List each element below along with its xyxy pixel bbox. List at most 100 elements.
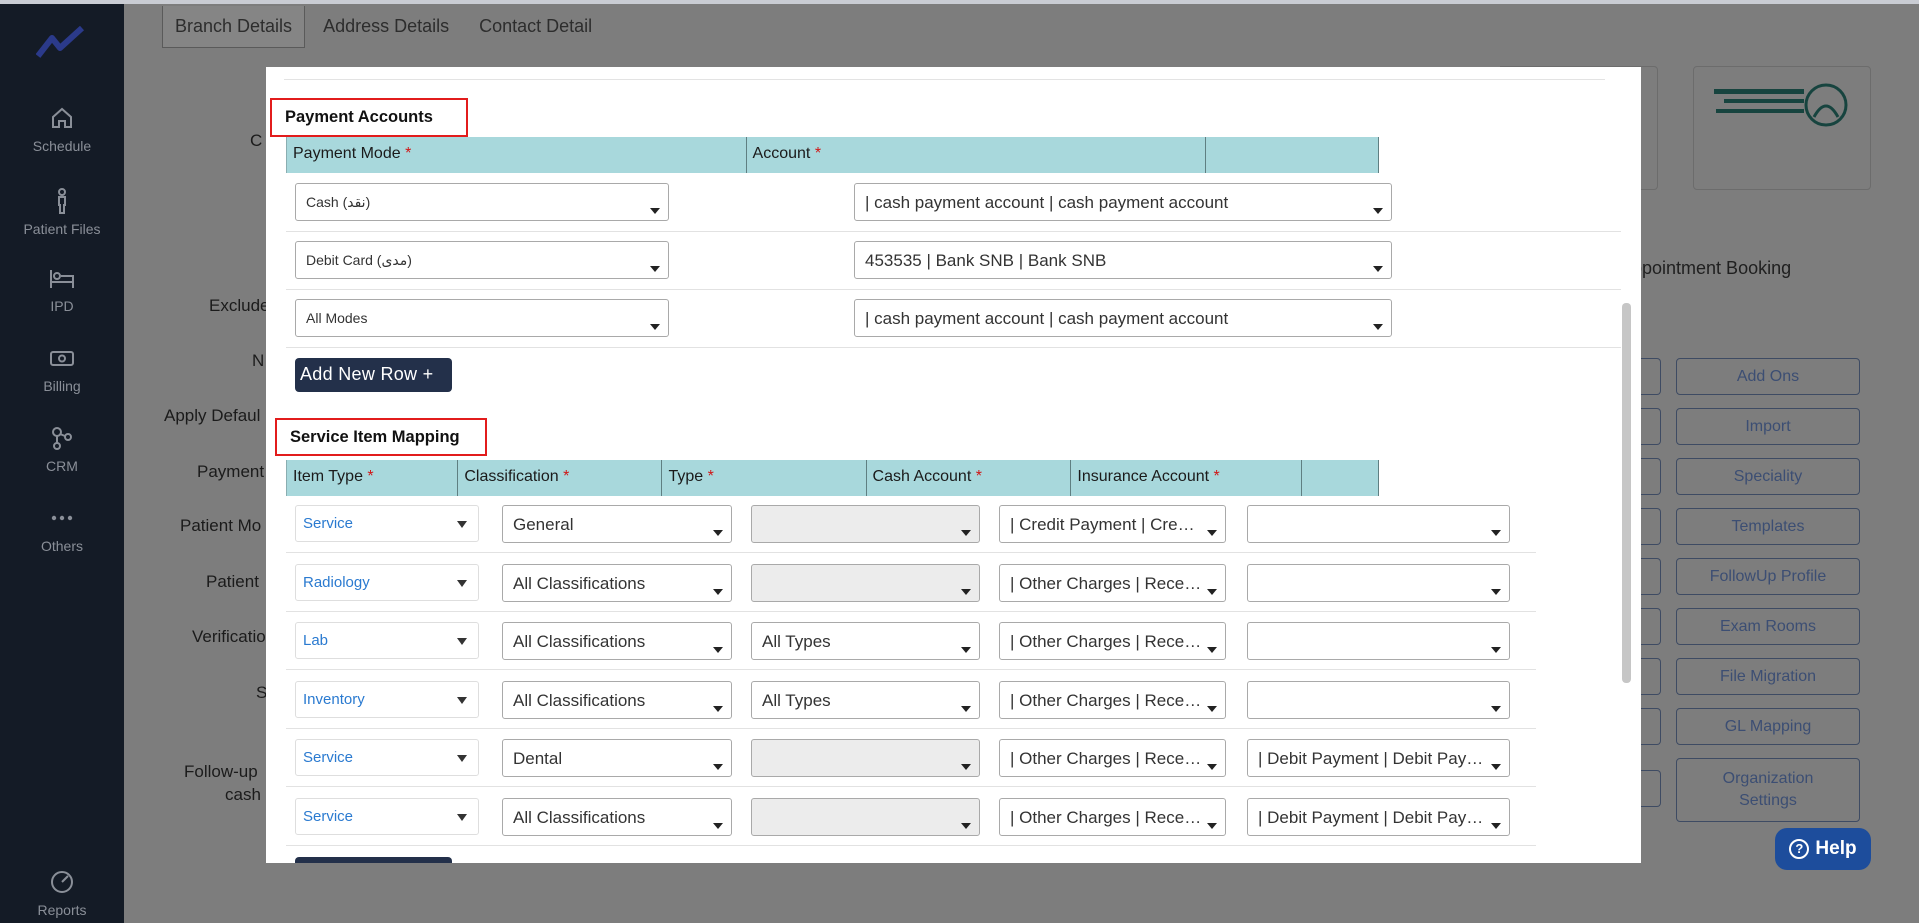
cash-icon bbox=[48, 344, 76, 372]
chevron-down-icon bbox=[1373, 324, 1383, 330]
background-label: N bbox=[252, 351, 265, 370]
speciality-button[interactable]: Speciality bbox=[1676, 458, 1860, 495]
chevron-down-icon bbox=[1207, 647, 1217, 653]
sidebar-item-crm[interactable]: CRM bbox=[0, 424, 124, 474]
payment-mode-select[interactable]: Cash (نقد) bbox=[295, 183, 669, 221]
sidebar-item-others[interactable]: Others bbox=[0, 504, 124, 554]
sidebar-item-reports[interactable]: Reports bbox=[0, 868, 124, 918]
insurance-account-select[interactable]: | Debit Payment | Debit Payment bbox=[1247, 798, 1510, 836]
account-select[interactable]: 453535 | Bank SNB | Bank SNB bbox=[854, 241, 1392, 279]
chevron-down-icon bbox=[713, 823, 723, 829]
column-header-insurance-account: Insurance Account * bbox=[1070, 460, 1300, 496]
tab-branch-details[interactable]: Branch Details bbox=[162, 6, 306, 48]
chevron-down-icon bbox=[1491, 589, 1501, 595]
file-migration-button[interactable]: File Migration bbox=[1676, 658, 1860, 695]
chevron-down-icon bbox=[1207, 823, 1217, 829]
gl-mapping-modal: Payment Accounts Payment Mode * Account … bbox=[266, 67, 1641, 863]
chart-icon bbox=[48, 868, 76, 896]
page-tabs: Branch Details Address Details Contact D… bbox=[162, 6, 610, 48]
app-logo[interactable] bbox=[35, 25, 86, 60]
caret-down-icon bbox=[457, 580, 467, 587]
account-select[interactable]: | cash payment account | cash payment ac… bbox=[854, 299, 1392, 337]
tab-contact-detail[interactable]: Contact Detail bbox=[467, 6, 604, 48]
followup-profile-button[interactable]: FollowUp Profile bbox=[1676, 558, 1860, 595]
chevron-down-icon bbox=[1491, 764, 1501, 770]
chevron-down-icon bbox=[1207, 589, 1217, 595]
payment-mode-select[interactable]: Debit Card (مدى) bbox=[295, 241, 669, 279]
classification-select[interactable]: All Classifications bbox=[502, 622, 732, 660]
item-type-select[interactable]: Inventory bbox=[295, 681, 479, 718]
item-type-select[interactable]: Service bbox=[295, 505, 479, 542]
row-divider bbox=[286, 552, 1536, 553]
chevron-down-icon bbox=[961, 647, 971, 653]
payment-accounts-title: Payment Accounts bbox=[270, 98, 468, 137]
background-label: Payment bbox=[197, 462, 265, 481]
organization-settings-button[interactable]: Organization Settings bbox=[1676, 758, 1860, 822]
classification-select[interactable]: Dental bbox=[502, 739, 732, 777]
tab-address-details[interactable]: Address Details bbox=[311, 6, 461, 48]
background-label: Patient bbox=[206, 572, 259, 591]
account-select[interactable]: | cash payment account | cash payment ac… bbox=[854, 183, 1392, 221]
background-label: Apply Defaul bbox=[164, 406, 261, 425]
sidebar-item-ipd[interactable]: IPD bbox=[0, 264, 124, 314]
insurance-account-select[interactable] bbox=[1247, 564, 1510, 602]
insurance-account-select[interactable]: | Debit Payment | Debit Payment bbox=[1247, 739, 1510, 777]
help-label: Help bbox=[1815, 838, 1857, 859]
column-header-classification: Classification * bbox=[457, 460, 661, 496]
type-select[interactable]: All Types bbox=[751, 622, 980, 660]
organization-logo bbox=[1693, 66, 1871, 190]
classification-select[interactable]: All Classifications bbox=[502, 798, 732, 836]
modal-scrollbar[interactable] bbox=[1622, 303, 1631, 683]
classification-select[interactable]: General bbox=[502, 505, 732, 543]
appointment-booking-tab[interactable]: ppointment Booking bbox=[1632, 258, 1791, 279]
sidebar-item-schedule[interactable]: Schedule bbox=[0, 104, 124, 154]
cash-account-select[interactable]: | Other Charges | Receivable bbox=[999, 622, 1226, 660]
background-label: Patient Mo bbox=[180, 516, 262, 535]
templates-button[interactable]: Templates bbox=[1676, 508, 1860, 545]
type-select[interactable]: All Types bbox=[751, 681, 980, 719]
chevron-down-icon bbox=[1207, 530, 1217, 536]
cash-account-select[interactable]: | Other Charges | Receivable bbox=[999, 739, 1226, 777]
sidebar-item-label: Schedule bbox=[32, 138, 92, 154]
item-type-select[interactable]: Service bbox=[295, 798, 479, 835]
sidebar-item-label: IPD bbox=[50, 298, 74, 314]
sidebar-item-patient-files[interactable]: Patient Files bbox=[0, 187, 124, 237]
sidebar-item-label: Reports bbox=[37, 902, 87, 918]
exam-rooms-button[interactable]: Exam Rooms bbox=[1676, 608, 1860, 645]
item-type-select[interactable]: Service bbox=[295, 739, 479, 776]
item-type-select[interactable]: Lab bbox=[295, 622, 479, 659]
chevron-down-icon bbox=[1491, 530, 1501, 536]
classification-select[interactable]: All Classifications bbox=[502, 564, 732, 602]
add-new-row-button[interactable] bbox=[295, 857, 452, 863]
chevron-down-icon bbox=[961, 706, 971, 712]
sidebar: Schedule Patient Files IPD Billing CRM O… bbox=[0, 0, 124, 923]
sidebar-item-label: Billing bbox=[43, 378, 81, 394]
chevron-down-icon bbox=[650, 324, 660, 330]
sidebar-item-billing[interactable]: Billing bbox=[0, 344, 124, 394]
background-label: C bbox=[250, 131, 263, 150]
cash-account-select[interactable]: | Credit Payment | Credit Payment bbox=[999, 505, 1226, 543]
cash-account-select[interactable]: | Other Charges | Receivable bbox=[999, 798, 1226, 836]
column-header-cash-account: Cash Account * bbox=[865, 460, 1071, 496]
payment-mode-select[interactable]: All Modes bbox=[295, 299, 669, 337]
insurance-account-select[interactable] bbox=[1247, 505, 1510, 543]
background-label: Follow-up bbox=[184, 762, 258, 781]
cash-account-select[interactable]: | Other Charges | Receivable bbox=[999, 564, 1226, 602]
payment-accounts-header: Payment Mode * Account * bbox=[286, 137, 1379, 173]
import-button[interactable]: Import bbox=[1676, 408, 1860, 445]
gl-mapping-button[interactable]: GL Mapping bbox=[1676, 708, 1860, 745]
insurance-account-select[interactable] bbox=[1247, 681, 1510, 719]
help-button[interactable]: ? Help bbox=[1775, 828, 1871, 870]
column-header-item-type: Item Type * bbox=[286, 460, 457, 496]
chevron-down-icon bbox=[1491, 706, 1501, 712]
type-select bbox=[751, 505, 980, 543]
classification-select[interactable]: All Classifications bbox=[502, 681, 732, 719]
chevron-down-icon bbox=[961, 589, 971, 595]
item-type-select[interactable]: Radiology bbox=[295, 564, 479, 601]
insurance-account-select[interactable] bbox=[1247, 622, 1510, 660]
add-ons-button[interactable]: Add Ons bbox=[1676, 358, 1860, 395]
cash-account-select[interactable]: | Other Charges | Receivable bbox=[999, 681, 1226, 719]
column-header-account: Account * bbox=[745, 137, 1206, 173]
dots-icon bbox=[48, 504, 76, 532]
add-new-row-button[interactable]: Add New Row + bbox=[295, 358, 452, 392]
